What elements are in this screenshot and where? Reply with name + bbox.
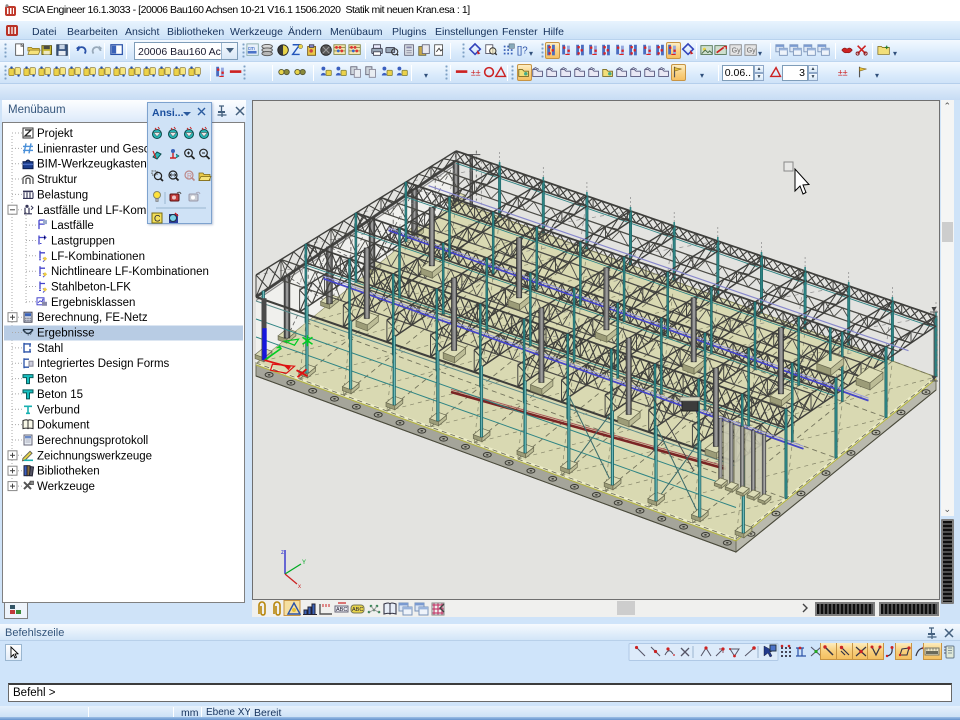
- svg-text:Beton: Beton: [37, 374, 67, 386]
- svg-text:Werkzeuge: Werkzeuge: [37, 481, 95, 493]
- svg-text:Bibliotheken: Bibliotheken: [37, 466, 100, 478]
- svg-text:Stahlbeton-LFK: Stahlbeton-LFK: [51, 282, 131, 294]
- svg-text:Dokument: Dokument: [37, 420, 90, 432]
- svg-text:Lastfälle: Lastfälle: [51, 220, 94, 232]
- svg-text:Stahl: Stahl: [37, 343, 63, 355]
- svg-text:Integriertes Design Forms: Integriertes Design Forms: [37, 358, 170, 370]
- svg-text:Struktur: Struktur: [37, 174, 77, 186]
- svg-text:BIM-Werkzeugkasten: BIM-Werkzeugkasten: [37, 159, 147, 171]
- svg-text:Zeichnungswerkzeuge: Zeichnungswerkzeuge: [37, 450, 152, 462]
- svg-text:ABC: ABC: [352, 607, 363, 613]
- svg-text:Lastgruppen: Lastgruppen: [51, 236, 115, 248]
- svg-text:Verbund: Verbund: [37, 404, 80, 416]
- svg-text:Berechnung, FE-Netz: Berechnung, FE-Netz: [37, 312, 148, 324]
- svg-text:Y: Y: [302, 560, 306, 566]
- svg-text:C: C: [154, 214, 161, 224]
- svg-text:Beton 15: Beton 15: [37, 389, 83, 401]
- svg-text:R: R: [187, 173, 192, 180]
- svg-text:x: x: [298, 584, 301, 590]
- svg-text:z: z: [281, 550, 284, 556]
- svg-text:Ergebnisse: Ergebnisse: [37, 328, 95, 340]
- svg-text:ABC: ABC: [336, 607, 347, 613]
- svg-text:Berechnungsprotokoll: Berechnungsprotokoll: [37, 435, 148, 447]
- svg-text:Nichtlineare LF-Kombinationen: Nichtlineare LF-Kombinationen: [51, 266, 209, 278]
- svg-text:Projekt: Projekt: [37, 128, 74, 140]
- svg-text:±±: ±±: [838, 68, 848, 78]
- svg-text:Belastung: Belastung: [37, 189, 88, 201]
- svg-text:LF-Kombinationen: LF-Kombinationen: [51, 251, 145, 263]
- svg-text:Ergebnisklassen: Ergebnisklassen: [51, 297, 135, 309]
